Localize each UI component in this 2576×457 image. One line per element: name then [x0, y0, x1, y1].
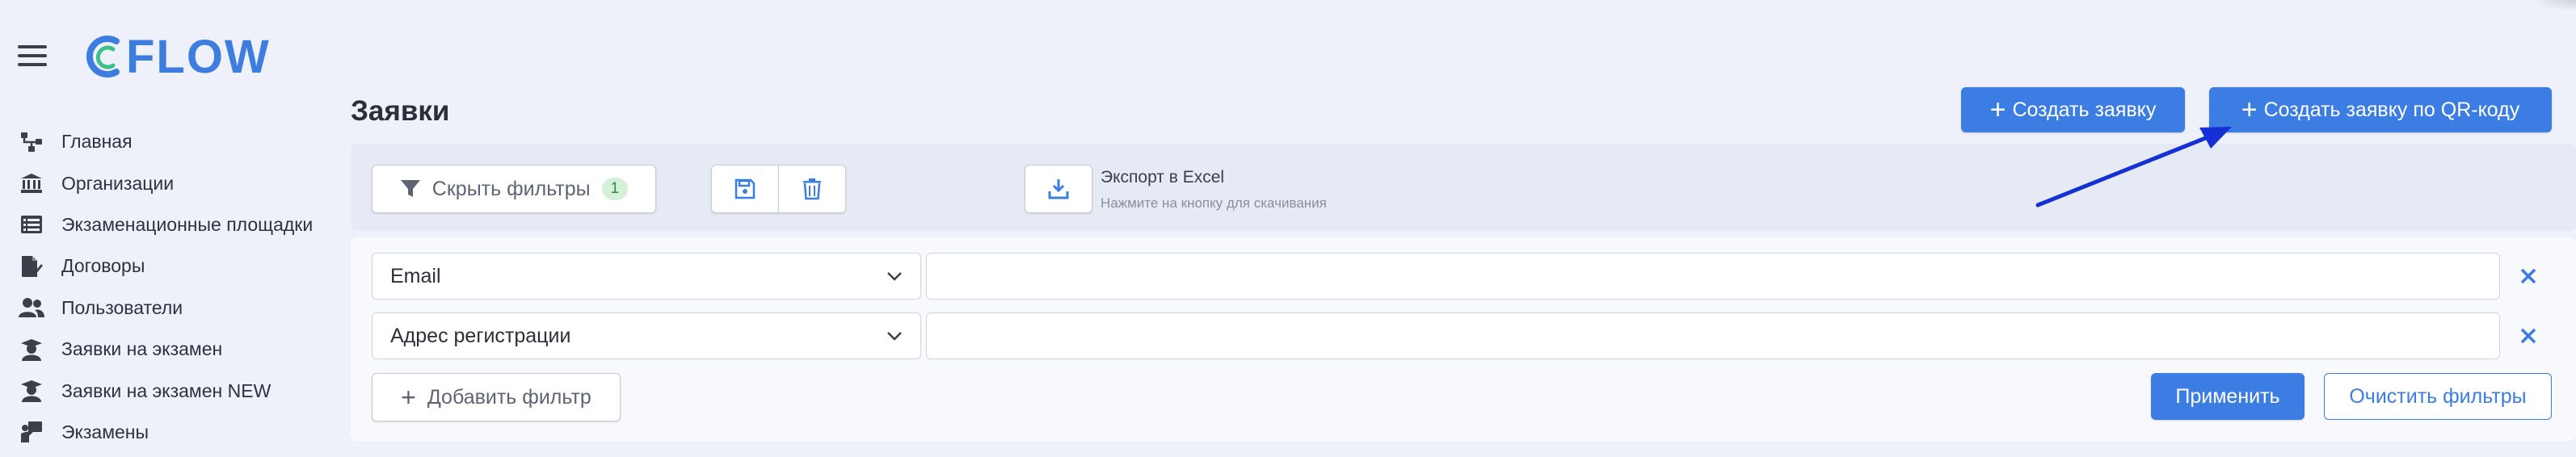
sitemap-icon [18, 129, 45, 155]
export-hint: Нажмите на кнопку для скачивания [1101, 195, 1327, 211]
hamburger-line [18, 54, 47, 57]
sidebar-item-exam-requests-new[interactable]: Заявки на экзамен NEW [18, 370, 341, 411]
hamburger-line [18, 45, 47, 48]
sidebar-item-exams[interactable]: Экзамены [18, 412, 341, 453]
sidebar-item-label: Договоры [61, 255, 145, 277]
filter-value-input[interactable] [926, 312, 2500, 359]
sidebar-item-organizations[interactable]: Организации [18, 162, 341, 203]
remove-filter-button[interactable] [2515, 262, 2542, 290]
sidebar-item-label: Главная [61, 131, 133, 153]
filter-field-select[interactable]: Адрес регистрации [372, 312, 921, 359]
delete-filters-button[interactable] [778, 165, 846, 213]
filter-field-value: Адрес регистрации [390, 324, 571, 347]
clear-filters-label: Очистить фильтры [2349, 384, 2527, 408]
filter-field-select[interactable]: Email [372, 253, 921, 300]
sidebar-item-exam-requests[interactable]: Заявки на экзамен [18, 329, 341, 370]
export-title: Экспорт в Excel [1101, 168, 1225, 187]
close-icon [2520, 328, 2536, 344]
teacher-board-icon [18, 419, 45, 445]
add-filter-button[interactable]: + Добавить фильтр [372, 373, 621, 421]
list-icon [18, 212, 45, 237]
graduate-icon [18, 378, 45, 404]
remove-filter-button[interactable] [2515, 322, 2542, 350]
sidebar-item-label: Экзаменационные площадки [61, 213, 314, 235]
download-icon [1048, 179, 1069, 199]
trash-icon [803, 178, 821, 200]
logo[interactable]: FLOW [81, 30, 271, 83]
hide-filters-label: Скрыть фильтры [431, 177, 591, 200]
menu-toggle-button[interactable] [18, 45, 47, 69]
chevron-down-icon [887, 272, 902, 281]
save-icon [734, 178, 756, 199]
graduate-icon [18, 337, 45, 363]
sidebar-item-label: Пользователи [61, 296, 183, 318]
add-filter-label: Добавить фильтр [427, 385, 591, 409]
bank-icon [18, 170, 45, 196]
filter-field-value: Email [390, 264, 441, 287]
save-filters-button[interactable] [711, 165, 779, 213]
sidebar-item-label: Заявки на экзамен NEW [61, 379, 271, 401]
filter-count-badge: 1 [601, 178, 629, 200]
sidebar-item-label: Организации [61, 172, 175, 194]
apply-filters-button[interactable]: Применить [2151, 373, 2305, 420]
annotation-arrow [2035, 127, 2232, 208]
sidebar-item-exam-sites[interactable]: Экзаменационные площадки [18, 204, 341, 245]
sidebar-item-users[interactable]: Пользователи [18, 287, 341, 329]
sidebar-item-home[interactable]: Главная [18, 121, 341, 162]
sidebar: Главная Организации Экзаменационные площ… [18, 121, 341, 453]
create-request-qr-label: Создать заявку по QR-коду [2263, 98, 2520, 121]
filter-value-input[interactable] [926, 253, 2500, 300]
close-icon [2520, 268, 2536, 284]
sidebar-item-label: Заявки на экзамен [61, 338, 223, 360]
file-signature-icon [18, 254, 45, 279]
filter-icon [400, 180, 420, 197]
plus-icon: + [1989, 94, 2006, 125]
brand-name: FLOW [126, 30, 271, 83]
clear-filters-button[interactable]: Очистить фильтры [2324, 373, 2552, 420]
window-corner-shadow [2529, 0, 2576, 11]
apply-filters-label: Применить [2175, 384, 2280, 408]
export-excel-button[interactable] [1025, 165, 1092, 213]
sidebar-item-label: Экзамены [61, 421, 149, 442]
sidebar-item-contracts[interactable]: Договоры [18, 245, 341, 287]
hide-filters-button[interactable]: Скрыть фильтры 1 [372, 165, 656, 213]
plus-icon: + [401, 383, 416, 412]
page-title: Заявки [351, 95, 450, 127]
users-icon [18, 295, 45, 321]
hamburger-line [18, 63, 47, 66]
flow-logo-icon [86, 36, 120, 78]
chevron-down-icon [887, 332, 902, 341]
